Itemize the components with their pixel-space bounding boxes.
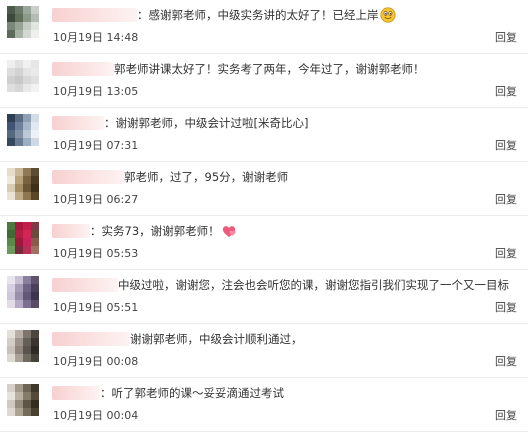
avatar[interactable]: [7, 60, 39, 92]
reply-button[interactable]: 回复: [495, 139, 517, 153]
comment-item: ：谢谢郭老师，中级会计过啦[米奇比心] 10月19日 07:31 回复: [0, 108, 528, 162]
nickname-blurred[interactable]: [52, 116, 104, 130]
comment-text: 郭老师，过了，95分，谢谢老师: [124, 170, 289, 184]
nickname-blurred[interactable]: [52, 332, 130, 346]
avatar[interactable]: [7, 6, 39, 38]
reply-button[interactable]: 回复: [495, 247, 517, 261]
comment-text: ：谢谢郭老师，中级会计过啦[米奇比心]: [104, 116, 309, 130]
nickname-blurred[interactable]: [52, 386, 100, 400]
reply-button[interactable]: 回复: [495, 85, 517, 99]
avatar[interactable]: [7, 330, 39, 362]
comment-timestamp: 10月19日 07:31: [53, 139, 139, 152]
nickname-blurred[interactable]: [52, 278, 118, 292]
comment-item: 谢谢郭老师，中级会计顺利通过， 10月19日 00:08 回复: [0, 324, 528, 378]
comment-text: ：听了郭老师的课～妥妥滴通过考试: [100, 386, 284, 400]
nickname-blurred[interactable]: [52, 62, 114, 76]
smiley-emoji-icon: [379, 7, 396, 23]
heart-emoji-icon: [222, 226, 236, 237]
avatar[interactable]: [7, 384, 39, 416]
comment-timestamp: 10月19日 14:48: [53, 31, 139, 44]
avatar[interactable]: [7, 168, 39, 200]
comment-timestamp: 10月19日 13:05: [53, 85, 139, 98]
nickname-blurred[interactable]: [52, 170, 124, 184]
comment-item: ：实务73，谢谢郭老师！ 10月19日 05:53 回复: [0, 216, 528, 270]
reply-button[interactable]: 回复: [495, 193, 517, 207]
comment-item: 中级过啦，谢谢您，注会也会听您的课，谢谢您指引我们实现了一个又一目标 10月19日…: [0, 270, 528, 324]
comment-item: ：听了郭老师的课～妥妥滴通过考试 10月19日 00:04 回复: [0, 378, 528, 432]
avatar[interactable]: [7, 114, 39, 146]
comment-content: 郭老师，过了，95分，谢谢老师: [52, 169, 288, 185]
comment-text: ：感谢郭老师，中级实务讲的太好了！已经上岸: [137, 8, 379, 22]
comment-timestamp: 10月19日 00:04: [53, 409, 139, 422]
comment-content: 谢谢郭老师，中级会计顺利通过，: [52, 331, 303, 347]
comment-timestamp: 10月19日 06:27: [53, 193, 139, 206]
comment-content: 中级过啦，谢谢您，注会也会听您的课，谢谢您指引我们实现了一个又一目标: [52, 277, 509, 293]
comment-timestamp: 10月19日 00:08: [53, 355, 139, 368]
comment-content: ：听了郭老师的课～妥妥滴通过考试: [52, 385, 284, 401]
nickname-blurred[interactable]: [52, 8, 137, 22]
comment-item: 郭老师，过了，95分，谢谢老师 10月19日 06:27 回复: [0, 162, 528, 216]
comment-content: ：实务73，谢谢郭老师！: [52, 223, 237, 239]
comment-text: ：实务73，谢谢郭老师！: [90, 224, 220, 238]
reply-button[interactable]: 回复: [495, 409, 517, 423]
reply-button[interactable]: 回复: [495, 355, 517, 369]
nickname-blurred[interactable]: [52, 224, 90, 238]
reply-button[interactable]: 回复: [495, 31, 517, 45]
comment-content: ：谢谢郭老师，中级会计过啦[米奇比心]: [52, 115, 308, 131]
avatar[interactable]: [7, 222, 39, 254]
avatar[interactable]: [7, 276, 39, 308]
comment-text: 谢谢郭老师，中级会计顺利通过，: [130, 332, 303, 346]
comment-content: 郭老师讲课太好了！实务考了两年，今年过了，谢谢郭老师！: [52, 61, 425, 77]
comment-timestamp: 10月19日 05:53: [53, 247, 139, 260]
comment-content: ：感谢郭老师，中级实务讲的太好了！已经上岸: [52, 7, 396, 23]
comment-text: 郭老师讲课太好了！实务考了两年，今年过了，谢谢郭老师！: [114, 62, 425, 76]
comment-item: 郭老师讲课太好了！实务考了两年，今年过了，谢谢郭老师！ 10月19日 13:05 回…: [0, 54, 528, 108]
comment-item: ：感谢郭老师，中级实务讲的太好了！已经上岸 10月19日 14:48 回复: [0, 0, 528, 54]
comment-text: 中级过啦，谢谢您，注会也会听您的课，谢谢您指引我们实现了一个又一目标: [118, 278, 509, 292]
comment-timestamp: 10月19日 05:51: [53, 301, 139, 314]
reply-button[interactable]: 回复: [495, 301, 517, 315]
